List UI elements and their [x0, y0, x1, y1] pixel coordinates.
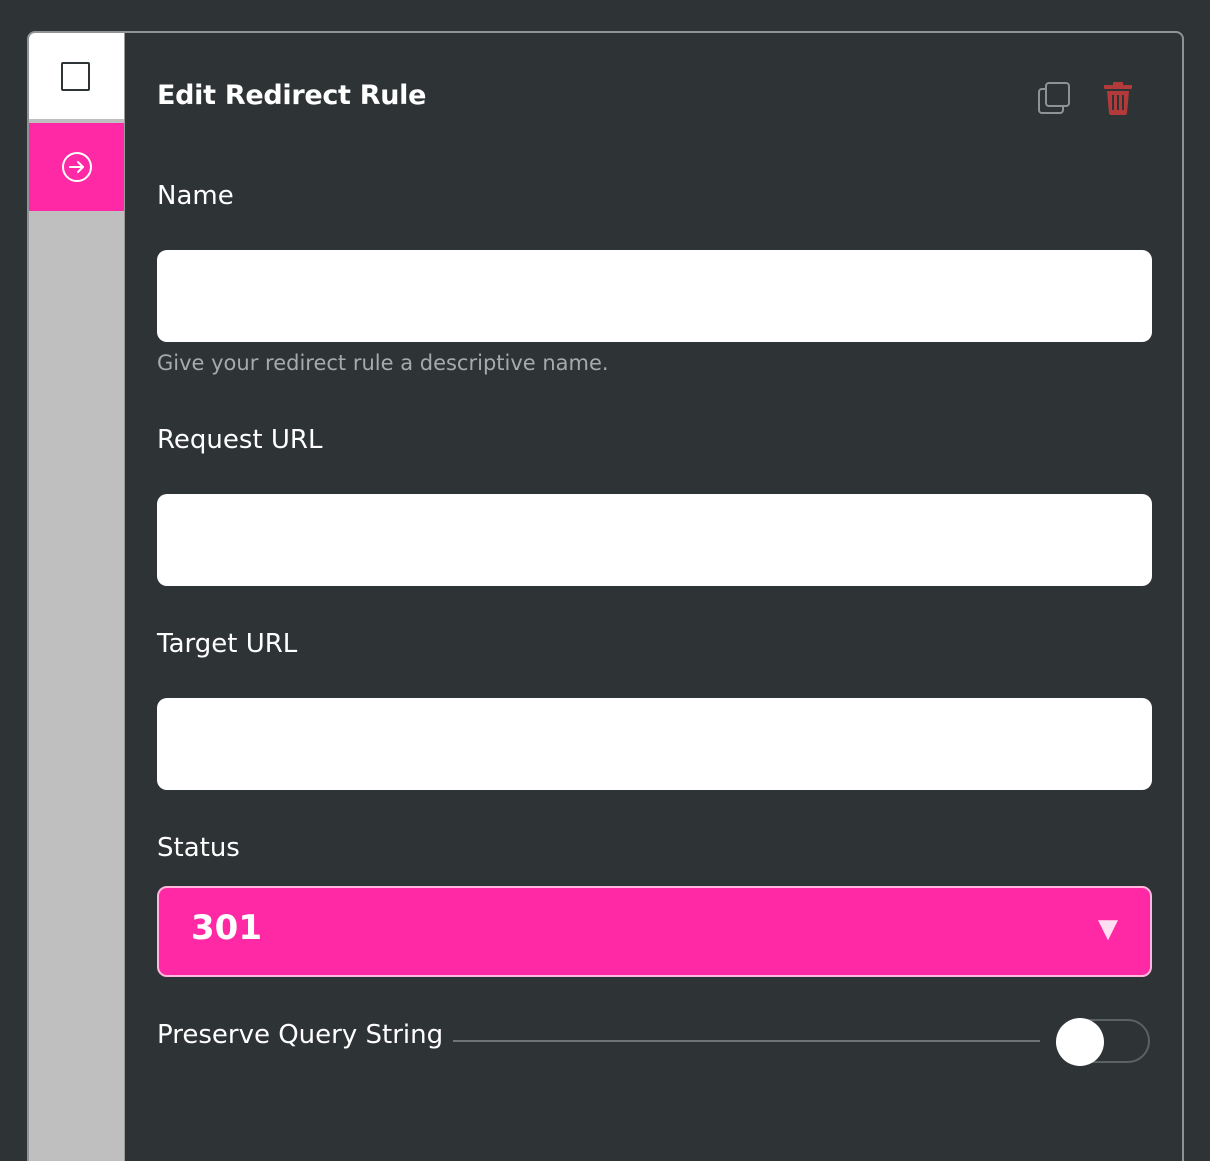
target-url-label: Target URL	[157, 629, 298, 659]
name-label: Name	[157, 181, 234, 211]
status-label: Status	[157, 833, 240, 863]
request-url-input[interactable]	[157, 494, 1152, 586]
divider	[453, 1040, 1040, 1042]
delete-button[interactable]	[1100, 80, 1136, 116]
page-title: Edit Redirect Rule	[157, 80, 427, 111]
copy-icon	[1038, 82, 1070, 114]
chevron-down-icon: ▼	[1098, 914, 1118, 944]
name-hint: Give your redirect rule a descriptive na…	[157, 351, 609, 375]
target-url-input[interactable]	[157, 698, 1152, 790]
status-selected-value: 301	[191, 908, 262, 948]
rule-sidebar	[29, 33, 125, 1161]
preserve-query-string-label: Preserve Query String	[157, 1020, 444, 1050]
redirect-rule-tab[interactable]	[29, 123, 124, 211]
name-input[interactable]	[157, 250, 1152, 342]
duplicate-button[interactable]	[1036, 80, 1072, 116]
trash-icon	[1104, 82, 1132, 115]
checkbox-icon	[61, 62, 90, 91]
status-select[interactable]: 301 ▼	[157, 886, 1152, 977]
preserve-query-string-toggle[interactable]	[1056, 1018, 1150, 1066]
arrow-right-circle-icon	[61, 152, 92, 182]
redirect-rule-panel: Edit Redirect Rule Name Give your redire…	[27, 31, 1184, 1161]
rule-form: Edit Redirect Rule Name Give your redire…	[157, 33, 1182, 1161]
toggle-knob	[1056, 1018, 1104, 1066]
select-rule-checkbox[interactable]	[29, 33, 124, 121]
request-url-label: Request URL	[157, 425, 323, 455]
